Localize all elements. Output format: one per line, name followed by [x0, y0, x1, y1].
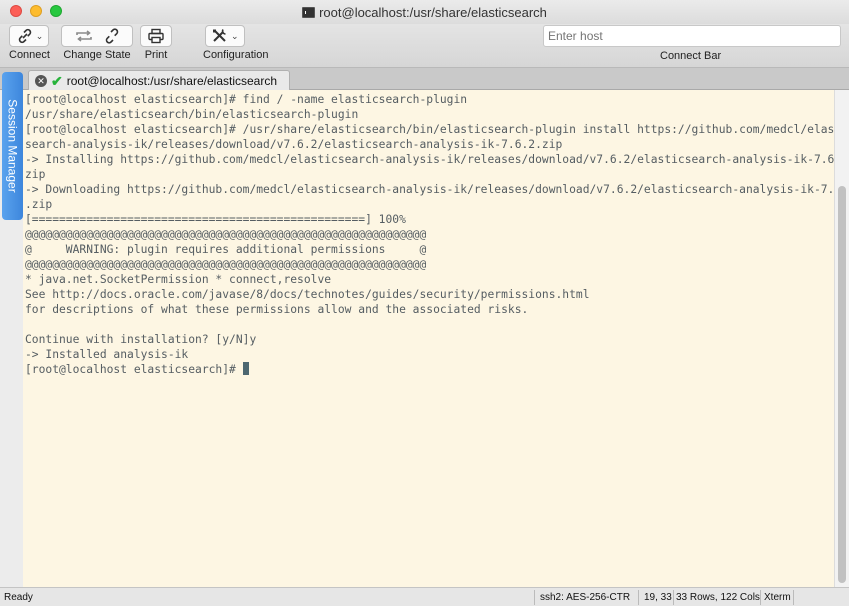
- terminal-line: @ WARNING: plugin requires additional pe…: [25, 243, 427, 256]
- host-input[interactable]: [543, 25, 841, 47]
- link-icon: [18, 28, 31, 44]
- scrollbar-thumb[interactable]: [838, 186, 846, 583]
- print-button[interactable]: [140, 25, 172, 47]
- window-maximize-button[interactable]: [50, 5, 62, 17]
- status-divider: [760, 590, 761, 605]
- tab-bar: ✕ ✔ root@localhost:/usr/share/elasticsea…: [0, 68, 849, 90]
- print-label: Print: [144, 49, 168, 61]
- status-divider: [673, 590, 674, 605]
- terminal-scrollbar[interactable]: [834, 90, 849, 587]
- unlink-icon: [105, 28, 119, 44]
- terminal-line: @@@@@@@@@@@@@@@@@@@@@@@@@@@@@@@@@@@@@@@@…: [25, 228, 427, 241]
- change-state-tool[interactable]: Change State: [61, 25, 133, 61]
- window-title: root@localhost:/usr/share/elasticsearch: [319, 4, 547, 20]
- terminal-line: -> Installed analysis-ik: [25, 348, 189, 361]
- terminal-line: search-analysis-ik/releases/download/v7.…: [25, 138, 563, 151]
- status-divider: [638, 590, 639, 605]
- terminal-line: See http://docs.oracle.com/javase/8/docs…: [25, 288, 590, 301]
- terminal-line: zip: [25, 168, 46, 181]
- session-tab[interactable]: ✕ ✔ root@localhost:/usr/share/elasticsea…: [28, 70, 290, 90]
- terminal-line: Continue with installation? [y/N]y: [25, 333, 257, 346]
- chevron-down-icon: ⌄: [230, 30, 239, 41]
- print-tool[interactable]: Print: [140, 25, 172, 61]
- status-size: 33 Rows, 122 Cols: [676, 592, 760, 603]
- terminal-line: [root@localhost elasticsearch]# find / -…: [25, 93, 468, 106]
- terminal-line: .zip: [25, 198, 53, 211]
- connect-bar-label: Connect Bar: [660, 50, 722, 62]
- terminal-output[interactable]: [root@localhost elasticsearch]# find / -…: [23, 90, 834, 587]
- session-manager-tab[interactable]: Session Manager: [2, 72, 23, 220]
- configuration-label: Configuration: [203, 49, 269, 61]
- status-bar: Ready ssh2: AES-256-CTR 19, 33 33 Rows, …: [0, 587, 849, 606]
- terminal-icon: [302, 6, 316, 18]
- change-state-button[interactable]: [61, 25, 133, 47]
- checkmark-icon: ✔: [51, 72, 63, 89]
- terminal-line: [=======================================…: [25, 213, 406, 226]
- session-manager-label: Session Manager: [5, 99, 20, 193]
- status-divider: [793, 590, 794, 605]
- status-cursor-position: 19, 33: [644, 592, 672, 603]
- connect-tool[interactable]: ⌄ Connect: [9, 25, 50, 61]
- terminal-line: /usr/share/elasticsearch/bin/elasticsear…: [25, 108, 359, 121]
- window-close-button[interactable]: [10, 5, 22, 17]
- printer-icon: [148, 28, 164, 44]
- text-cursor: [242, 362, 249, 375]
- terminal-line: [root@localhost elasticsearch]# /usr/sha…: [25, 123, 834, 136]
- terminal-line: @@@@@@@@@@@@@@@@@@@@@@@@@@@@@@@@@@@@@@@@…: [25, 258, 427, 271]
- terminal-line: -> Installing https://github.com/medcl/e…: [25, 153, 834, 166]
- configuration-tool[interactable]: ⌄ Configuration: [181, 25, 268, 61]
- connect-button[interactable]: ⌄: [9, 25, 50, 47]
- tools-icon: [212, 29, 226, 42]
- status-protocol: ssh2: AES-256-CTR: [540, 592, 631, 603]
- chevron-down-icon: ⌄: [35, 30, 44, 41]
- close-icon[interactable]: ✕: [35, 74, 47, 87]
- configuration-button[interactable]: ⌄: [204, 25, 245, 47]
- terminal-prompt: [root@localhost elasticsearch]#: [25, 363, 243, 376]
- window-minimize-button[interactable]: [30, 5, 42, 17]
- terminal-prompt-line: [root@localhost elasticsearch]#: [25, 362, 832, 377]
- connect-label: Connect: [9, 49, 50, 61]
- tab-label: root@localhost:/usr/share/elasticsearch: [66, 73, 278, 88]
- status-emulation: Xterm: [764, 592, 791, 603]
- change-state-label: Change State: [63, 49, 131, 61]
- status-ready: Ready: [4, 592, 33, 603]
- status-divider: [534, 590, 535, 605]
- toolbar: ⌄ Connect Change State Print ⌄ Configura…: [0, 24, 849, 68]
- refresh-icon: [76, 30, 92, 42]
- title-bar: root@localhost:/usr/share/elasticsearch: [0, 0, 849, 24]
- terminal-line: for descriptions of what these permissio…: [25, 303, 529, 316]
- terminal-line: * java.net.SocketPermission * connect,re…: [25, 273, 332, 286]
- terminal-line: -> Downloading https://github.com/medcl/…: [25, 183, 834, 196]
